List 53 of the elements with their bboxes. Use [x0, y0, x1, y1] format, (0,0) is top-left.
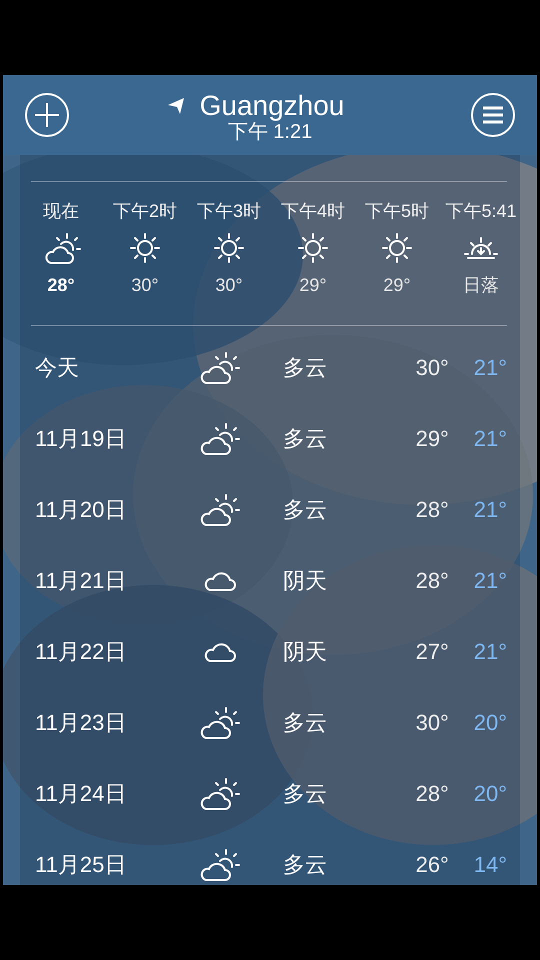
- high-temperature: 26°: [414, 852, 449, 878]
- low-temperature: 21°: [472, 638, 508, 664]
- condition-label: 阴天: [283, 638, 328, 666]
- low-temperature: 20°: [472, 710, 508, 736]
- menu-button[interactable]: [470, 93, 515, 137]
- day-label: 11月21日: [35, 566, 128, 594]
- day-label: 11月24日: [35, 780, 128, 808]
- hour-temperature: 28°: [47, 274, 75, 296]
- condition-label: 多云: [283, 780, 328, 808]
- low-temperature: 14°: [472, 852, 508, 878]
- day-label: 11月25日: [35, 850, 128, 878]
- condition-label: 阴天: [283, 566, 328, 594]
- hour-label: 下午3时: [196, 200, 261, 222]
- add-button[interactable]: [25, 93, 69, 137]
- high-temperature: 27°: [414, 638, 449, 664]
- high-temperature: 28°: [414, 496, 449, 522]
- hour-label: 现在: [43, 200, 79, 222]
- condition-label: 多云: [283, 424, 328, 452]
- condition-label: 多云: [283, 708, 328, 736]
- high-temperature: 30°: [414, 354, 449, 380]
- city-name: Guangzhou: [200, 91, 344, 121]
- low-temperature: 21°: [472, 426, 508, 452]
- hour-label: 下午4时: [280, 200, 345, 222]
- location-arrow-icon: [166, 96, 186, 116]
- high-temperature: 30°: [414, 710, 449, 736]
- low-temperature: 21°: [472, 354, 508, 380]
- hour-temperature: 29°: [299, 274, 327, 296]
- hour-temperature: 30°: [215, 274, 243, 296]
- day-label: 11月19日: [35, 424, 128, 452]
- hour-label: 下午5时: [364, 200, 429, 222]
- day-label: 11月20日: [35, 496, 128, 524]
- high-temperature: 29°: [414, 426, 449, 452]
- condition-label: 多云: [283, 496, 328, 524]
- day-label: 11月23日: [35, 708, 128, 736]
- add-icon: [25, 93, 69, 137]
- day-label: 11月22日: [35, 638, 128, 666]
- local-time: 下午 1:21: [228, 121, 312, 143]
- cloud-icon: [202, 570, 237, 592]
- low-temperature: 20°: [472, 780, 508, 806]
- high-temperature: 28°: [414, 568, 449, 594]
- condition-label: 多云: [283, 850, 328, 878]
- cloud-icon: [202, 640, 237, 662]
- hour-label: 下午2时: [112, 200, 177, 222]
- hour-temperature: 29°: [383, 274, 411, 296]
- hour-temperature: 30°: [131, 274, 159, 296]
- low-temperature: 21°: [472, 568, 508, 594]
- condition-label: 多云: [283, 354, 328, 382]
- low-temperature: 21°: [472, 496, 508, 522]
- hour-label: 下午5:41: [445, 200, 517, 222]
- menu-icon: [470, 93, 515, 137]
- hour-temperature: 日落: [463, 274, 499, 296]
- day-label: 今天: [35, 354, 80, 382]
- high-temperature: 28°: [414, 780, 449, 806]
